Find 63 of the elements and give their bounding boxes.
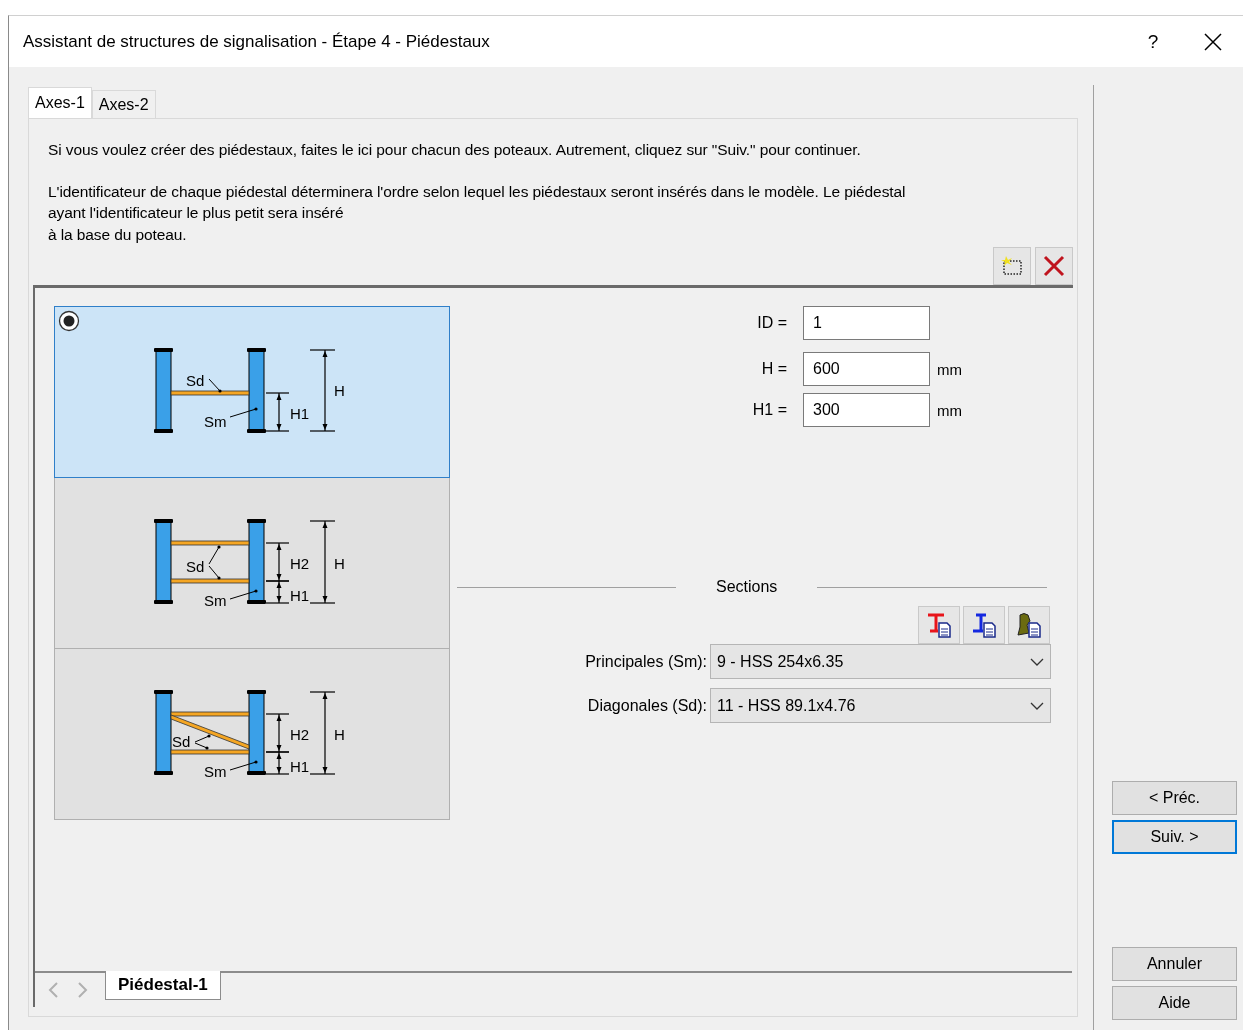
dimension-label: H1 <box>290 405 310 422</box>
pedestal-option[interactable]: Sd Sm H2 H1 H <box>54 477 450 649</box>
dimension-label: H <box>334 726 345 743</box>
tab[interactable]: Axes-1 <box>28 87 92 118</box>
field-label: ID = <box>756 314 787 332</box>
input-field[interactable]: 300 <box>803 393 930 427</box>
tab[interactable]: Piédestal-1 <box>105 971 221 1000</box>
dimension-label: H2 <box>290 555 310 572</box>
dialog-button[interactable]: Aide <box>1112 986 1237 1020</box>
leader-line <box>208 545 221 565</box>
pedestal-option[interactable]: Sd Sm H2 H1 H <box>54 648 450 820</box>
leader-line <box>208 565 221 580</box>
dimension-label: Sd <box>186 372 205 389</box>
help-button[interactable]: ? <box>1133 30 1173 53</box>
section-dropdown[interactable]: 11 - HSS 89.1x4.76 <box>710 688 1051 723</box>
radio-button[interactable] <box>58 310 80 332</box>
leader-line <box>229 760 258 771</box>
leader-line <box>229 407 258 418</box>
dimension-label: H1 <box>290 587 310 604</box>
instruction-text: Si vous voulez créer des piédestaux, faites le ici pour chacun des poteaux. Autrement, cliquez sur "Suiv." pour continuer. <box>48 140 862 160</box>
dimension-label: Sd <box>186 558 205 575</box>
unit-label: mm <box>937 360 962 378</box>
beam-document-icon <box>970 611 998 639</box>
section-button[interactable] <box>918 606 960 644</box>
dimension-label: Sm <box>204 413 227 430</box>
nav-button[interactable]: < Préc. <box>1112 781 1237 815</box>
x-icon <box>1043 255 1065 277</box>
unit-label: mm <box>937 401 962 419</box>
dropdown-label: Principales (Sm): <box>584 652 707 671</box>
dimension-label: H <box>334 555 345 572</box>
input-field[interactable]: 1 <box>803 306 930 340</box>
pedestal-option[interactable]: Sd Sm H1 H <box>54 306 450 478</box>
field-label: H1 = <box>751 401 787 419</box>
section-dropdown[interactable]: 9 - HSS 254x6.35 <box>710 644 1051 679</box>
section-button[interactable] <box>963 606 1005 644</box>
instruction-text: L'identificateur de chaque piédestal déterminera l'ordre selon lequel les piédestaux seront insérés dans le modèle. Le piédestal ayant l'identificateur le plus petit sera inséré à la base du poteau. <box>48 181 907 245</box>
leader-line <box>194 734 211 743</box>
dropdown-label: Diagonales (Sd): <box>586 696 707 715</box>
chevron-down-icon <box>1030 657 1044 666</box>
dimension-arrow <box>265 392 290 432</box>
shape-document-icon <box>1015 611 1043 639</box>
dotted-frame-icon <box>1000 255 1024 277</box>
close-icon[interactable] <box>1203 31 1223 52</box>
dimension-label: H <box>334 382 345 399</box>
input-field[interactable]: 600 <box>803 352 930 386</box>
leader-line <box>229 589 258 600</box>
dimension-label: Sm <box>204 763 227 780</box>
field-label: H = <box>760 360 787 378</box>
chevron-down-icon <box>1030 701 1044 710</box>
dialog-button[interactable]: Annuler <box>1112 947 1237 981</box>
tab[interactable]: Axes-2 <box>91 90 156 118</box>
add-button[interactable] <box>993 247 1031 285</box>
dimension-label: H2 <box>290 726 310 743</box>
section-button[interactable] <box>1008 606 1050 644</box>
beam-document-icon <box>925 611 953 639</box>
window-title: Assistant de structures de signalisation - Étape 4 - Piédestaux <box>23 31 491 52</box>
delete-button[interactable] <box>1035 247 1073 285</box>
group-title: Sections <box>715 578 779 596</box>
dimension-label: Sm <box>204 592 227 609</box>
dimension-label: Sd <box>172 733 191 750</box>
leader-line <box>208 378 222 393</box>
nav-button[interactable]: Suiv. > <box>1112 820 1237 854</box>
dimension-label: H1 <box>290 758 310 775</box>
